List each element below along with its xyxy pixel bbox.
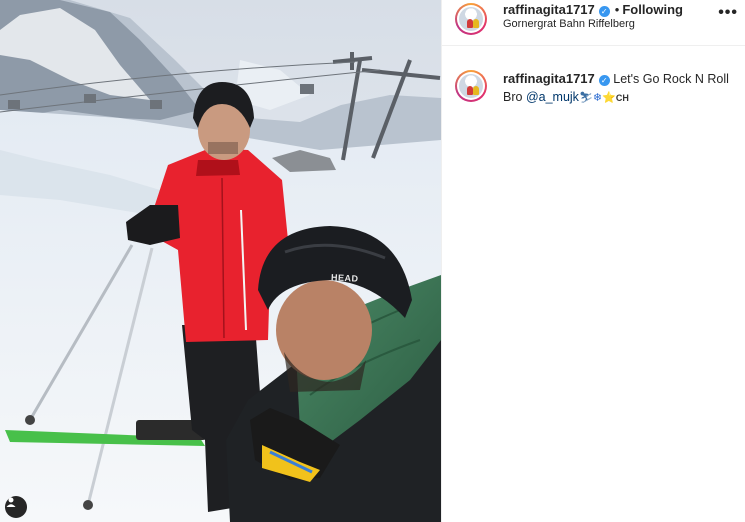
person-icon <box>6 497 16 507</box>
snowflake-emoji-icon: ❄ <box>592 92 603 104</box>
caption-mention-link[interactable]: @a_mujk <box>526 90 579 104</box>
caption-verified-badge-icon: ✓ <box>598 75 610 86</box>
verified-badge-icon: ✓ <box>598 6 610 17</box>
post-header: raffinagita1717 ✓ • Following Gornergrat Ba… <box>442 0 745 46</box>
post-photo[interactable]: HEAD <box>0 0 441 522</box>
switzerland-flag-emoji-icon: CH <box>615 93 629 103</box>
post-caption: raffinagita1717 ✓ Let's Go Rock N Roll Br… <box>503 70 735 107</box>
author-avatar[interactable] <box>455 3 487 35</box>
star-emoji-icon: ⭐ <box>602 92 616 104</box>
caption-username[interactable]: raffinagita1717 <box>503 71 595 86</box>
tagged-users-button[interactable] <box>5 496 27 518</box>
skier-emoji-icon: ⛷ <box>578 92 593 104</box>
header-separator: • <box>614 2 620 17</box>
more-icon: ••• <box>718 4 738 21</box>
header-user-line: raffinagita1717 ✓ • Following <box>503 2 683 17</box>
post-location[interactable]: Gornergrat Bahn Riffelberg <box>503 18 635 30</box>
helmet-brand-label: HEAD <box>330 272 359 284</box>
author-username[interactable]: raffinagita1717 <box>503 2 595 17</box>
following-button[interactable]: Following <box>622 2 683 17</box>
post-side-panel: raffinagita1717 ✓ • Following Gornergrat Ba… <box>441 0 745 522</box>
more-options-button[interactable]: ••• <box>718 4 738 22</box>
caption-author-avatar[interactable] <box>455 70 487 102</box>
ski-selfie-image <box>0 0 441 522</box>
